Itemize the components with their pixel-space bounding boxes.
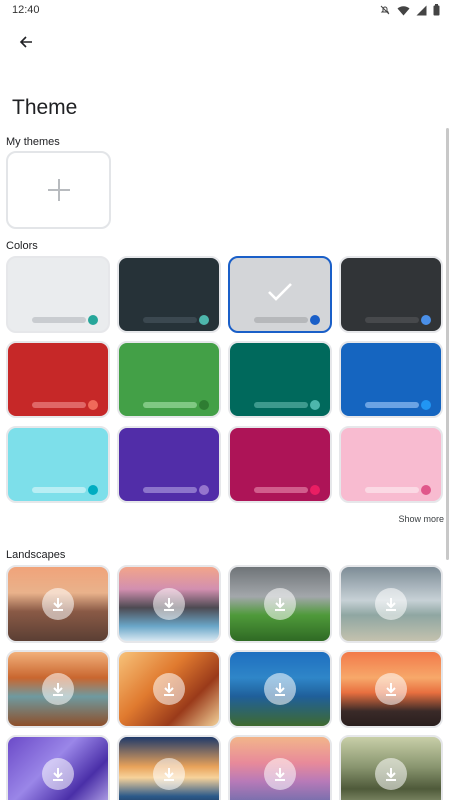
theme-preview-bar [32, 487, 86, 493]
color-theme-purple[interactable] [117, 426, 221, 503]
show-more-link[interactable]: Show more [398, 514, 444, 524]
status-icons [379, 4, 440, 16]
theme-preview-bar [32, 402, 86, 408]
download-icon[interactable] [375, 758, 407, 790]
landscape-theme-coastal-cliffs[interactable] [228, 650, 332, 728]
color-theme-blue[interactable] [339, 341, 443, 418]
theme-preview-bar [365, 317, 419, 323]
color-theme-green[interactable] [117, 341, 221, 418]
theme-preview-bar [143, 317, 197, 323]
download-icon[interactable] [42, 758, 74, 790]
section-label-landscapes: Landscapes [6, 549, 66, 561]
download-icon[interactable] [264, 758, 296, 790]
theme-preview-bar [254, 317, 308, 323]
download-icon[interactable] [153, 758, 185, 790]
landscape-theme-mountain-dusk[interactable] [228, 735, 332, 800]
theme-preview-bar [143, 487, 197, 493]
theme-preview-bar [254, 487, 308, 493]
wifi-icon [397, 5, 410, 15]
arrow-back-icon [19, 36, 32, 48]
color-theme-dark[interactable] [117, 256, 221, 333]
color-theme-red[interactable] [6, 341, 110, 418]
landscape-theme-beach-sunset[interactable] [6, 565, 110, 643]
battery-icon [433, 4, 440, 16]
scrollbar[interactable] [446, 128, 449, 560]
accent-dot [88, 400, 98, 410]
accent-dot [421, 485, 431, 495]
page-title: Theme [12, 96, 78, 119]
landscape-theme-green-hills[interactable] [228, 565, 332, 643]
theme-preview-bar [32, 317, 86, 323]
checkmark-icon [230, 280, 330, 309]
color-theme-magenta[interactable] [228, 426, 332, 503]
theme-preview-bar [143, 402, 197, 408]
accent-dot [88, 485, 98, 495]
plus-icon [47, 179, 70, 201]
accent-dot [88, 315, 98, 325]
add-theme-button[interactable] [6, 151, 111, 229]
theme-preview-bar [254, 402, 308, 408]
download-icon[interactable] [153, 588, 185, 620]
color-theme-gray-light[interactable] [228, 256, 332, 333]
landscape-theme-desert-sunset[interactable] [339, 650, 443, 728]
landscape-theme-horseshoe-bend[interactable] [6, 650, 110, 728]
back-button[interactable] [12, 28, 40, 56]
accent-dot [310, 315, 320, 325]
download-icon[interactable] [42, 588, 74, 620]
color-theme-pink[interactable] [339, 426, 443, 503]
dnd-off-icon [380, 5, 390, 15]
download-icon[interactable] [264, 673, 296, 705]
landscape-theme-water-ripples[interactable] [339, 735, 443, 800]
download-icon[interactable] [375, 588, 407, 620]
accent-dot [199, 400, 209, 410]
landscape-theme-snowy-stream[interactable] [117, 565, 221, 643]
download-icon[interactable] [264, 588, 296, 620]
status-bar: 12:40 [0, 0, 450, 20]
accent-dot [310, 400, 320, 410]
accent-dot [199, 485, 209, 495]
download-icon[interactable] [42, 673, 74, 705]
section-label-colors: Colors [6, 240, 38, 252]
landscape-theme-ocean-sunset[interactable] [117, 735, 221, 800]
landscape-theme-slot-canyon[interactable] [117, 650, 221, 728]
color-theme-cyan[interactable] [6, 426, 110, 503]
landscape-theme-calm-sea[interactable] [339, 565, 443, 643]
signal-icon [416, 5, 427, 15]
section-label-my-themes: My themes [6, 136, 60, 148]
theme-preview-bar [365, 402, 419, 408]
color-theme-gray-dark[interactable] [339, 256, 443, 333]
landscape-theme-purple-flowers[interactable] [6, 735, 110, 800]
status-time: 12:40 [12, 4, 40, 16]
accent-dot [310, 485, 320, 495]
accent-dot [421, 400, 431, 410]
accent-dot [421, 315, 431, 325]
color-theme-teal[interactable] [228, 341, 332, 418]
color-theme-light[interactable] [6, 256, 110, 333]
accent-dot [199, 315, 209, 325]
theme-preview-bar [365, 487, 419, 493]
download-icon[interactable] [153, 673, 185, 705]
download-icon[interactable] [375, 673, 407, 705]
